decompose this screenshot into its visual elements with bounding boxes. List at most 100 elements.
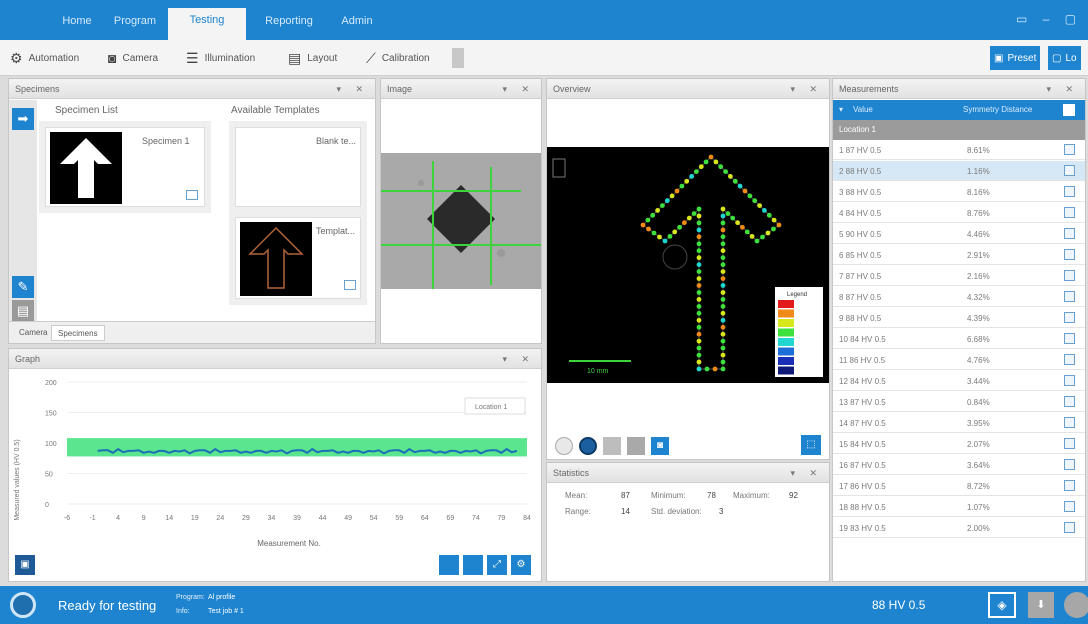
indent-point[interactable] xyxy=(669,193,675,199)
measurement-row[interactable]: 3 88 HV 0.5 8.16% xyxy=(833,182,1085,202)
measurement-row[interactable]: 8 87 HV 0.5 4.32% xyxy=(833,287,1085,307)
indent-point[interactable] xyxy=(744,229,750,235)
measurement-row[interactable]: 1 87 HV 0.5 8.61% xyxy=(833,140,1085,160)
indent-point[interactable] xyxy=(752,198,758,204)
indent-point[interactable] xyxy=(696,255,702,261)
panel-controls[interactable]: ▾ ✕ xyxy=(1046,79,1079,99)
indent-point[interactable] xyxy=(720,276,726,281)
indent-point[interactable] xyxy=(696,241,702,247)
indent-point[interactable] xyxy=(720,324,726,330)
lower-button[interactable]: ⬇ xyxy=(1028,592,1054,618)
indent-point[interactable] xyxy=(696,310,702,316)
indent-point[interactable] xyxy=(718,164,724,170)
row-details-icon[interactable] xyxy=(1064,228,1075,239)
tab-testing[interactable]: Testing xyxy=(168,8,246,40)
row-details-icon[interactable] xyxy=(1064,207,1075,218)
indent-point[interactable] xyxy=(720,290,726,295)
indent-point[interactable] xyxy=(720,269,726,274)
toolbar-overflow-button[interactable] xyxy=(452,48,464,68)
indent-point[interactable] xyxy=(684,178,690,184)
indent-point[interactable] xyxy=(765,230,771,236)
indent-point[interactable] xyxy=(696,206,702,212)
measurement-row[interactable]: 17 86 HV 0.5 8.72% xyxy=(833,476,1085,496)
indent-point[interactable] xyxy=(720,206,726,212)
indent-point[interactable] xyxy=(645,217,651,223)
blank-template-card[interactable]: Blank te... xyxy=(235,127,361,207)
list-icon[interactable]: ▤ xyxy=(12,300,34,322)
row-details-icon[interactable] xyxy=(1064,144,1075,155)
indent-point[interactable] xyxy=(691,211,697,216)
measurement-row[interactable]: 13 87 HV 0.5 0.84% xyxy=(833,392,1085,412)
indent-point[interactable] xyxy=(696,352,702,358)
indent-point[interactable] xyxy=(757,203,762,208)
automation-button[interactable]: ⚙ Automation xyxy=(10,49,79,67)
panel-controls[interactable]: ▾ ✕ xyxy=(502,349,535,369)
column-symmetry-distance[interactable]: Symmetry Distance xyxy=(963,100,1032,120)
measurement-row[interactable]: 11 86 HV 0.5 4.76% xyxy=(833,350,1085,370)
row-details-icon[interactable] xyxy=(1064,270,1075,281)
indent-point[interactable] xyxy=(696,213,702,219)
tab-program[interactable]: Program xyxy=(100,10,170,40)
row-details-icon[interactable] xyxy=(1064,396,1075,407)
add-specimen-icon[interactable]: ✎ xyxy=(12,276,34,298)
indent-point[interactable] xyxy=(696,359,702,365)
arrow-right-icon[interactable]: ➡ xyxy=(12,108,34,130)
column-value[interactable]: Value xyxy=(853,100,873,120)
indent-point[interactable] xyxy=(720,255,726,261)
indent-point[interactable] xyxy=(696,338,702,344)
indent-point[interactable] xyxy=(696,290,702,295)
camera-button[interactable]: ◙ Camera xyxy=(108,49,158,67)
row-details-icon[interactable] xyxy=(1064,165,1075,176)
indent-point[interactable] xyxy=(686,215,692,221)
measurement-row[interactable]: 5 90 HV 0.5 4.46% xyxy=(833,224,1085,244)
load-button[interactable]: ▢ Lo xyxy=(1048,46,1081,70)
indent-point[interactable] xyxy=(740,224,745,230)
layout-button[interactable]: ▤ Layout xyxy=(288,49,337,67)
row-details-icon[interactable] xyxy=(1064,249,1075,260)
indent-point[interactable] xyxy=(696,324,702,330)
indent-point[interactable] xyxy=(657,234,662,240)
indent-point[interactable] xyxy=(747,193,753,199)
indent-point[interactable] xyxy=(766,212,772,218)
measurement-row[interactable]: 18 88 HV 0.5 1.07% xyxy=(833,497,1085,517)
indent-point[interactable] xyxy=(689,174,694,179)
specimen-edit-icon[interactable] xyxy=(186,190,198,200)
indent-point[interactable] xyxy=(679,183,685,189)
indent-point[interactable] xyxy=(696,227,702,233)
indent-point[interactable] xyxy=(696,269,702,274)
tab-specimens[interactable]: Specimens xyxy=(51,325,105,341)
export-icon[interactable]: ⤢ xyxy=(487,555,507,575)
indent-point[interactable] xyxy=(696,304,702,309)
measurement-row[interactable]: 16 87 HV 0.5 3.64% xyxy=(833,455,1085,475)
measurement-row[interactable]: 4 84 HV 0.5 8.76% xyxy=(833,203,1085,223)
indent-point[interactable] xyxy=(720,248,726,254)
indent-point[interactable] xyxy=(712,366,718,372)
square-grid-button[interactable] xyxy=(603,437,621,455)
indent-point[interactable] xyxy=(725,211,731,216)
panel-controls[interactable]: ▾ ✕ xyxy=(502,79,535,99)
indent-point[interactable] xyxy=(720,304,726,309)
measurement-row[interactable]: 14 87 HV 0.5 3.95% xyxy=(833,413,1085,433)
indent-point[interactable] xyxy=(696,345,702,351)
template-edit-icon[interactable] xyxy=(344,280,356,290)
column-filter-icon[interactable] xyxy=(1063,104,1075,116)
measurement-row[interactable]: 7 87 HV 0.5 2.16% xyxy=(833,266,1085,286)
window-controls[interactable]: ▭ – ▢ xyxy=(1016,12,1082,26)
indent-button[interactable]: ◈ xyxy=(988,592,1016,618)
indent-point[interactable] xyxy=(762,208,767,213)
row-details-icon[interactable] xyxy=(1064,291,1075,302)
panel-controls[interactable]: ▾ ✕ xyxy=(336,79,369,99)
row-details-icon[interactable] xyxy=(1064,375,1075,386)
sort-icon[interactable]: ▾ xyxy=(839,100,843,120)
indent-point[interactable] xyxy=(720,359,726,365)
indent-point[interactable] xyxy=(771,226,776,232)
indent-point[interactable] xyxy=(737,183,743,189)
indent-point[interactable] xyxy=(720,331,726,337)
indent-point[interactable] xyxy=(704,366,710,372)
tab-admin[interactable]: Admin xyxy=(322,10,392,40)
row-details-icon[interactable] xyxy=(1064,333,1075,344)
indent-point[interactable] xyxy=(696,234,702,240)
panel-controls[interactable]: ▾ ✕ xyxy=(790,79,823,99)
indent-point[interactable] xyxy=(667,234,673,239)
indent-point[interactable] xyxy=(720,283,726,288)
